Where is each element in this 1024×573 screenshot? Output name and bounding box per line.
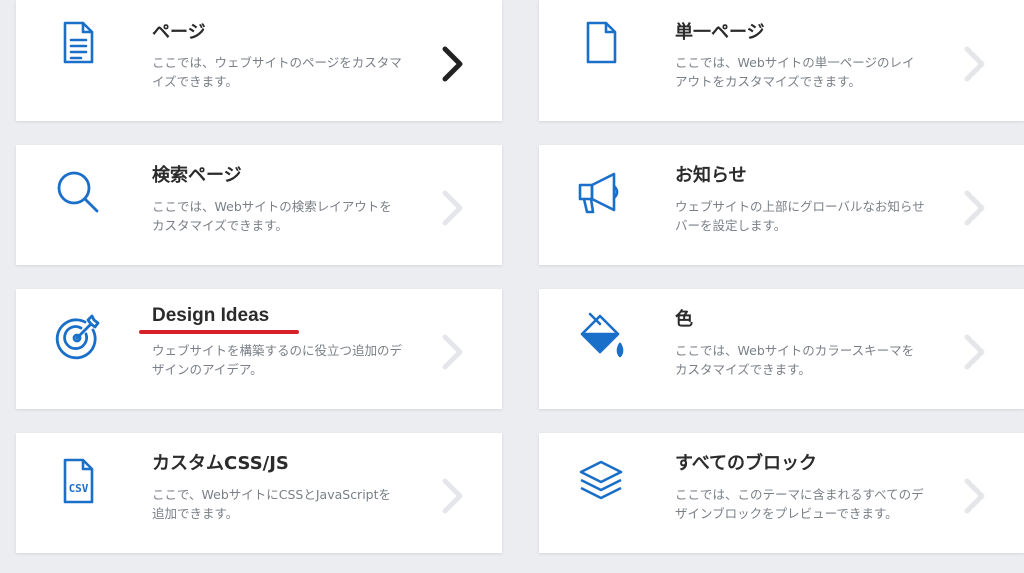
card-title: 単一ページ — [675, 22, 765, 43]
layers-icon — [575, 455, 627, 507]
card-description: ウェブサイトを構築するのに役立つ追加のデザインのアイデア。 — [152, 343, 403, 377]
target-icon — [52, 311, 104, 363]
card-title: Design Ideas — [152, 305, 270, 326]
card-description: ウェブサイトの上部にグローバルなお知らせバーを設定します。 — [675, 199, 925, 233]
card-description: ここでは、このテーマに含まれるすべてのデザインブロックをプレビューできます。 — [675, 487, 924, 521]
document-icon — [52, 16, 104, 68]
card-description: ここでは、Webサイトの検索レイアウトをカスタマイズできます。 — [152, 199, 392, 233]
search-icon — [52, 167, 104, 219]
paint-bucket-icon — [575, 311, 627, 363]
csv-label: CSV — [69, 482, 89, 495]
card-single-page[interactable]: 単一ページ ここでは、Webサイトの単一ページのレイアウトをカスタマイズできます… — [539, 0, 1024, 121]
chevron-right-icon[interactable] — [440, 188, 466, 228]
chevron-right-icon[interactable] — [962, 188, 988, 228]
csv-file-icon: CSV — [52, 455, 104, 507]
megaphone-icon — [575, 167, 627, 219]
card-title: すべてのブロック — [675, 453, 818, 474]
card-custom-css-js[interactable]: CSV カスタムCSS/JS ここで、WebサイトにCSSとJavaScript… — [16, 433, 502, 553]
card-title: ページ — [152, 22, 206, 43]
card-title: 検索ページ — [152, 165, 242, 186]
card-title: 色 — [675, 309, 693, 330]
chevron-right-icon[interactable] — [440, 44, 466, 84]
card-title: お知らせ — [675, 165, 747, 186]
card-colors[interactable]: 色 ここでは、Webサイトのカラースキーマをカスタマイズできます。 — [539, 289, 1024, 409]
card-design-ideas[interactable]: Design Ideas ウェブサイトを構築するのに役立つ追加のデザインのアイデ… — [16, 289, 502, 409]
card-announcement[interactable]: お知らせ ウェブサイトの上部にグローバルなお知らせバーを設定します。 — [539, 145, 1024, 265]
card-description: ここでは、Webサイトの単一ページのレイアウトをカスタマイズできます。 — [675, 55, 915, 89]
chevron-right-icon[interactable] — [440, 332, 466, 372]
card-description: ここでは、Webサイトのカラースキーマをカスタマイズできます。 — [675, 343, 915, 377]
chevron-right-icon[interactable] — [440, 476, 466, 516]
blank-page-icon — [575, 16, 627, 68]
card-description: ここでは、ウェブサイトのページをカスタマイズできます。 — [152, 55, 402, 89]
chevron-right-icon[interactable] — [962, 332, 988, 372]
card-title: カスタムCSS/JS — [152, 453, 289, 474]
card-all-blocks[interactable]: すべてのブロック ここでは、このテーマに含まれるすべてのデザインブロックをプレビ… — [539, 433, 1024, 553]
chevron-right-icon[interactable] — [962, 44, 988, 84]
card-description: ここで、WebサイトにCSSとJavaScriptを追加できます。 — [152, 487, 392, 521]
annotation-underline — [139, 330, 299, 334]
card-search-page[interactable]: 検索ページ ここでは、Webサイトの検索レイアウトをカスタマイズできます。 — [16, 145, 502, 265]
card-pages[interactable]: ページ ここでは、ウェブサイトのページをカスタマイズできます。 — [16, 0, 502, 121]
chevron-right-icon[interactable] — [962, 476, 988, 516]
